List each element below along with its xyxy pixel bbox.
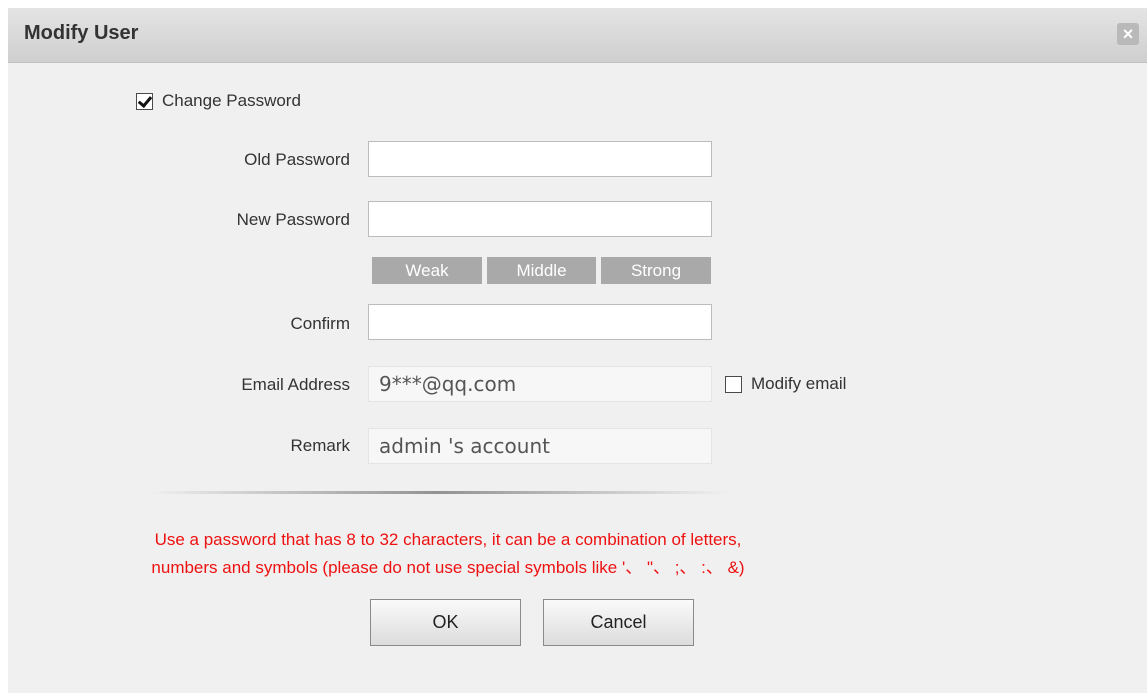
dialog-title: Modify User (24, 22, 139, 44)
confirm-label: Confirm (290, 314, 350, 333)
email-field[interactable]: 9***@qq.com (368, 366, 712, 402)
modify-user-dialog: Modify User × Change Password Old Passwo… (8, 8, 1147, 693)
checkmark-icon (137, 92, 153, 109)
new-password-label: New Password (236, 210, 350, 229)
strength-weak: Weak (372, 257, 482, 284)
strength-strong: Strong (601, 257, 711, 284)
modify-email-checkbox[interactable] (725, 376, 742, 393)
remark-label: Remark (290, 436, 350, 455)
old-password-label: Old Password (244, 150, 350, 169)
change-password-label[interactable]: Change Password (162, 91, 301, 111)
ok-button[interactable]: OK (370, 599, 521, 646)
dialog-titlebar: Modify User × (8, 8, 1147, 63)
strength-middle: Middle (487, 257, 596, 284)
email-label: Email Address (241, 375, 350, 394)
modify-email-label[interactable]: Modify email (751, 374, 846, 394)
old-password-field[interactable] (368, 141, 712, 177)
close-button[interactable]: × (1117, 23, 1139, 45)
remark-field: admin 's account (368, 428, 712, 464)
close-icon: × (1122, 24, 1134, 44)
new-password-field[interactable] (368, 201, 712, 237)
confirm-password-field[interactable] (368, 304, 712, 340)
section-divider (148, 491, 728, 494)
password-rule-notice-line2: numbers and symbols (please do not use s… (151, 558, 745, 577)
password-rule-notice-line1: Use a password that has 8 to 32 characte… (154, 530, 742, 549)
change-password-checkbox[interactable] (136, 92, 153, 110)
cancel-button[interactable]: Cancel (543, 599, 694, 646)
